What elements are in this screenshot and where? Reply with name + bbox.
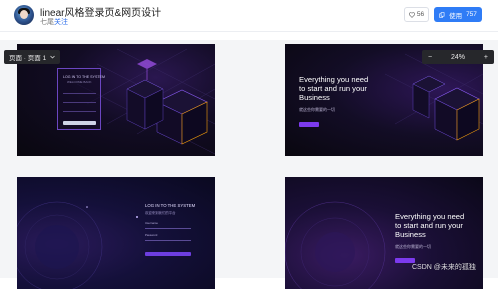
zoom-control: − 24% + <box>422 50 494 64</box>
like-count: 56 <box>416 11 425 18</box>
login-card-subtitle: WELCOME BACK <box>67 80 92 84</box>
zoom-in-button[interactable]: + <box>484 54 488 61</box>
author-avatar[interactable] <box>14 5 34 25</box>
heart-icon <box>408 11 415 18</box>
login-page-submit-button[interactable] <box>145 252 191 256</box>
chevron-down-icon <box>50 55 55 59</box>
login-page-username-field[interactable] <box>145 228 191 229</box>
zoom-out-button[interactable]: − <box>428 54 432 61</box>
hero-alt-heading-line-1: Everything you need <box>395 212 465 221</box>
login-card-submit-button[interactable] <box>63 121 96 125</box>
login-page-subtitle: 欢迎来到我们的平台 <box>145 211 176 215</box>
orbit-art <box>285 201 386 289</box>
hero-alt-heading-line-2: to start and run your <box>395 221 463 230</box>
hero-heading-line-1: Everything you need <box>299 75 369 84</box>
login-card-password-field[interactable] <box>63 102 96 103</box>
use-label: 使用 <box>449 12 463 20</box>
hero-heading-line-2: to start and run your <box>299 84 367 93</box>
follow-link[interactable]: 关注 <box>54 17 68 27</box>
hero-alt-subtext: 就这些你需要的一切 <box>395 244 431 249</box>
login-card-username-field[interactable] <box>63 93 96 94</box>
file-header: linear风格登录页&网页设计 七尾 关注 56 使用 757 <box>0 0 498 32</box>
login-card: LOG IN TO THE SYSTEM WELCOME BACK <box>57 68 105 130</box>
use-count: 757 <box>466 11 477 18</box>
csdn-watermark: CSDN @未来的孤独 <box>412 264 476 271</box>
login-page-password-field[interactable] <box>145 240 191 241</box>
planet-orbit-art <box>17 201 138 289</box>
hero-subtext: 就这些你需要的一切 <box>299 107 335 112</box>
login-page-title: LOG IN TO THE SYSTEM <box>145 203 196 208</box>
like-button[interactable]: 56 <box>404 7 429 22</box>
author-name[interactable]: 七尾 <box>40 17 54 27</box>
copy-icon <box>439 11 445 18</box>
zoom-level[interactable]: 24% <box>451 54 465 61</box>
login-page-username-label: Username <box>145 221 158 225</box>
login-card-title: LOG IN TO THE SYSTEM <box>63 75 105 79</box>
avatar-face <box>20 10 28 19</box>
page-select-label: 页面 · 页面 1 <box>9 55 47 62</box>
login-page-password-label: Password <box>145 233 158 237</box>
frame-login-page[interactable]: LOG IN TO THE SYSTEM 欢迎来到我们的平台 Username … <box>17 177 215 289</box>
hero-cta-button[interactable] <box>299 122 319 127</box>
hero-heading-line-3: Business <box>299 93 330 102</box>
use-button[interactable]: 使用 757 <box>434 7 482 22</box>
hero-alt-heading-line-3: Business <box>395 230 426 239</box>
login-card-extra-field[interactable] <box>63 111 96 112</box>
frame-hero-alt[interactable]: Everything you need to start and run you… <box>285 177 483 289</box>
page-select-dropdown[interactable]: 页面 · 页面 1 <box>4 50 61 64</box>
